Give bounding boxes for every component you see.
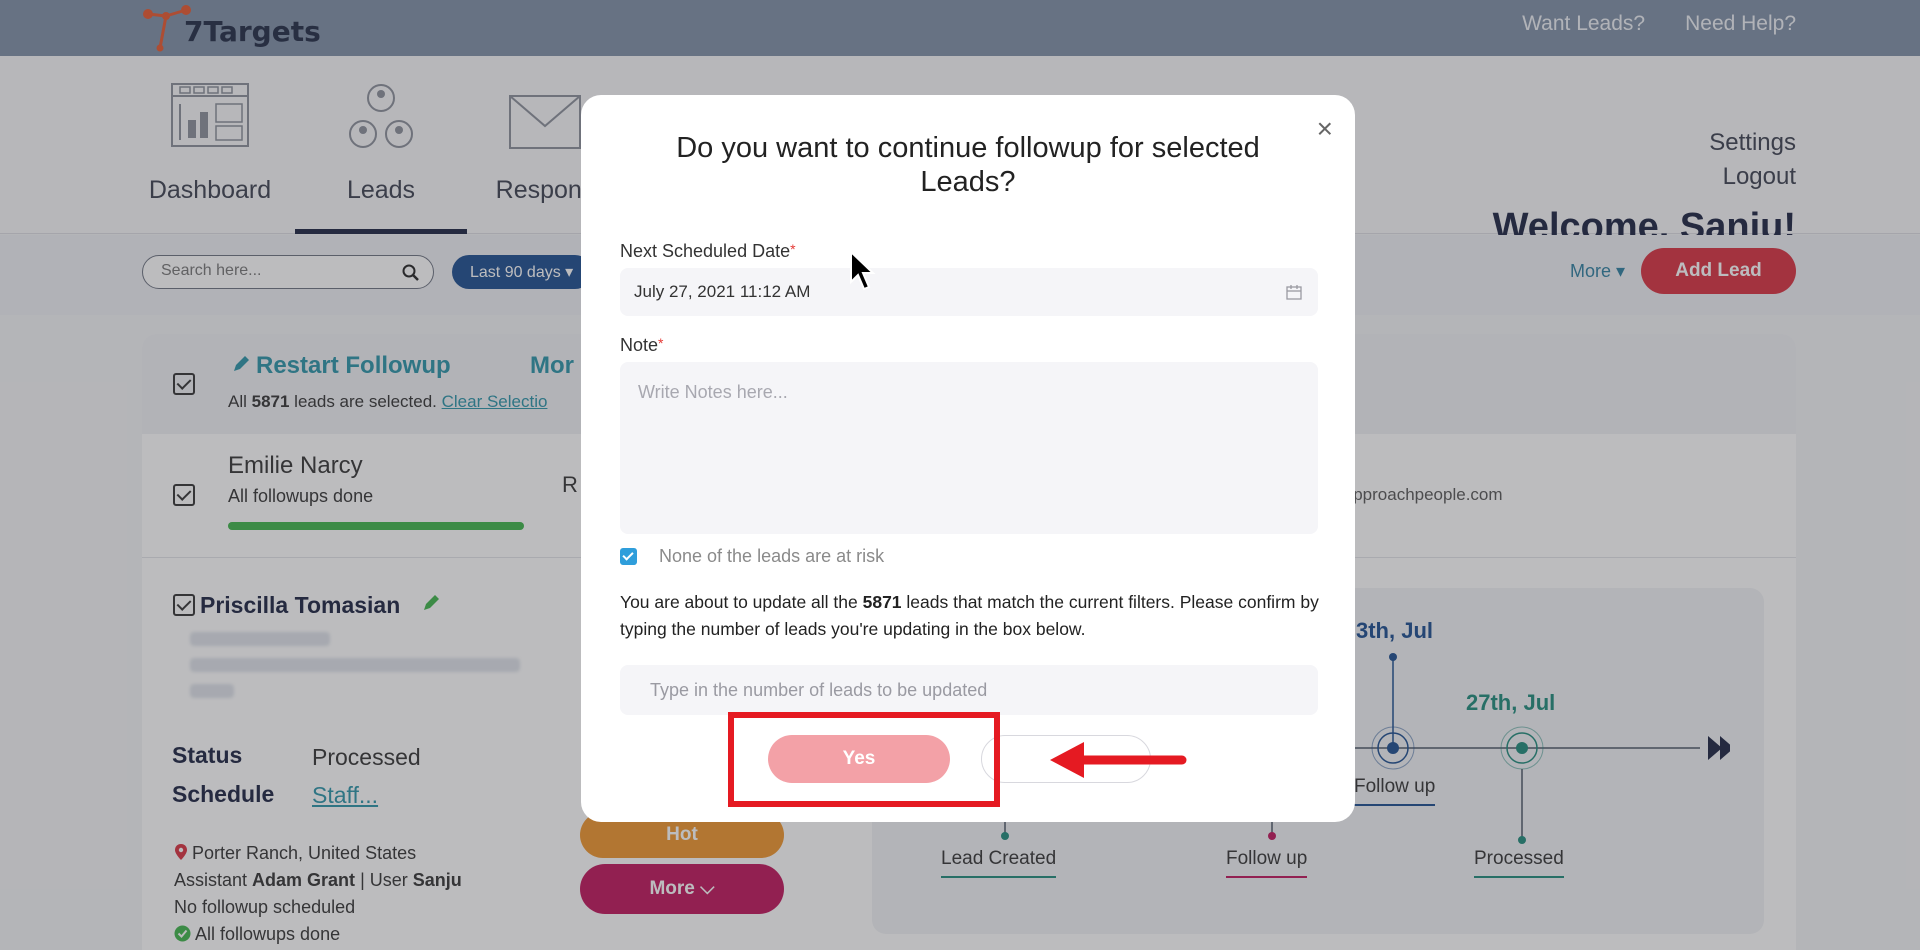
date-field-label: Next Scheduled Date* [620,241,796,262]
note-field-label: Note* [620,335,663,356]
no-risk-checkbox[interactable] [620,548,637,565]
date-value: July 27, 2021 11:12 AM [634,282,811,301]
pointer-arrow-icon [1050,742,1187,778]
highlight-box [728,712,1000,807]
dialog-title: Do you want to continue followup for sel… [676,132,1260,198]
date-label-text: Next Scheduled Date [620,241,791,261]
confirm-instructions: You are about to update all the 5871 lea… [620,589,1320,643]
calendar-icon[interactable] [1286,284,1302,300]
confirm-count: 5871 [862,592,902,612]
close-icon[interactable]: × [1317,115,1333,143]
next-scheduled-date-field[interactable]: July 27, 2021 11:12 AM [620,268,1318,316]
no-risk-label: None of the leads are at risk [659,546,885,566]
mouse-cursor-icon [850,250,876,291]
risk-option: None of the leads are at risk [620,546,884,567]
confirm-prefix: You are about to update all the [620,592,863,612]
required-marker: * [658,335,664,351]
note-textarea[interactable] [620,362,1318,534]
note-label-text: Note [620,335,659,355]
lead-count-input[interactable] [620,665,1318,715]
required-marker: * [790,241,796,257]
